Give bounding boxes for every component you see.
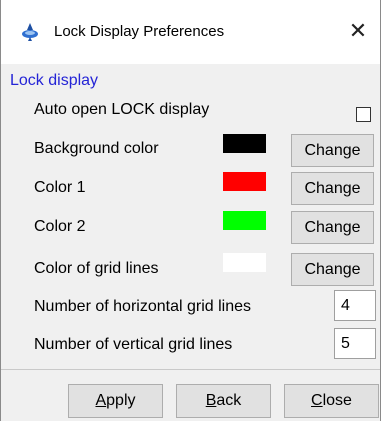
auto-open-label: Auto open LOCK display xyxy=(34,101,210,118)
color-2-swatch xyxy=(223,211,266,230)
color-1-swatch xyxy=(223,172,266,191)
title-bar: Lock Display Preferences ✕ xyxy=(1,0,380,64)
close-icon[interactable]: ✕ xyxy=(341,18,375,46)
background-color-label: Background color xyxy=(34,140,159,157)
horizontal-grid-lines-label: Number of horizontal grid lines xyxy=(34,298,251,315)
vertical-grid-lines-field[interactable]: 5 xyxy=(334,328,376,359)
vertical-grid-lines-label: Number of vertical grid lines xyxy=(34,336,233,353)
color-1-change-button[interactable]: Change xyxy=(291,172,374,205)
color-2-label: Color 2 xyxy=(34,218,86,235)
lock-display-panel: Lock display Auto open LOCK display Back… xyxy=(6,64,376,370)
background-color-change-button[interactable]: Change xyxy=(291,134,374,167)
button-bar: Apply Back Close xyxy=(1,370,380,421)
color-2-change-button[interactable]: Change xyxy=(291,211,374,244)
apply-button[interactable]: Apply xyxy=(68,384,163,418)
close-button[interactable]: Close xyxy=(284,384,379,418)
back-button[interactable]: Back xyxy=(176,384,271,418)
window-title: Lock Display Preferences xyxy=(54,23,225,40)
group-title: Lock display xyxy=(10,72,99,89)
grid-lines-color-change-button[interactable]: Change xyxy=(291,253,374,286)
lock-display-preferences-dialog: Lock Display Preferences ✕ Lock display … xyxy=(0,0,381,421)
auto-open-checkbox[interactable] xyxy=(356,107,371,122)
grid-lines-color-swatch xyxy=(223,253,266,272)
horizontal-grid-lines-field[interactable]: 4 xyxy=(334,290,376,321)
grid-lines-color-label: Color of grid lines xyxy=(34,260,159,277)
background-color-swatch xyxy=(223,134,266,153)
topspin-icon xyxy=(22,23,38,41)
color-1-label: Color 1 xyxy=(34,179,86,196)
